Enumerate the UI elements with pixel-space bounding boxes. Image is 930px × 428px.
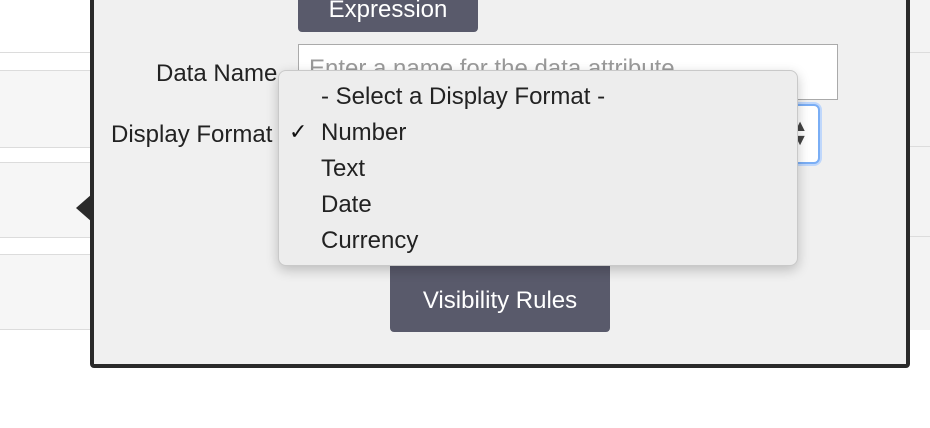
option-label: Text <box>321 155 366 182</box>
background-divider <box>910 52 930 53</box>
dropdown-option-currency[interactable]: Currency <box>321 227 418 255</box>
display-format-dropdown: - Select a Display Format - ✓ Number Tex… <box>278 70 798 266</box>
visibility-rules-button-label: Visibility Rules <box>422 287 578 314</box>
option-label: Date <box>321 191 372 218</box>
dropdown-option-number[interactable]: Number <box>321 119 406 147</box>
background-right-strip <box>910 0 930 330</box>
background-divider <box>0 52 92 53</box>
option-label: Number <box>321 119 407 146</box>
expression-button[interactable]: Expression <box>298 0 478 32</box>
dropdown-option-date[interactable]: Date <box>321 191 372 219</box>
option-label: - Select a Display Format - <box>321 83 606 110</box>
expression-button-label: Expression <box>328 0 448 23</box>
background-list-row <box>0 70 92 148</box>
background-list-row <box>0 254 92 330</box>
checkmark-icon: ✓ <box>289 119 308 144</box>
background-divider <box>910 146 930 147</box>
option-label: Currency <box>321 227 419 254</box>
data-name-label: Data Name <box>156 60 278 87</box>
display-format-label: Display Format <box>111 121 273 148</box>
visibility-rules-button[interactable]: Visibility Rules <box>390 256 610 332</box>
background-divider <box>910 236 930 237</box>
dropdown-option-placeholder[interactable]: - Select a Display Format - <box>321 83 605 111</box>
dropdown-option-text[interactable]: Text <box>321 155 365 183</box>
